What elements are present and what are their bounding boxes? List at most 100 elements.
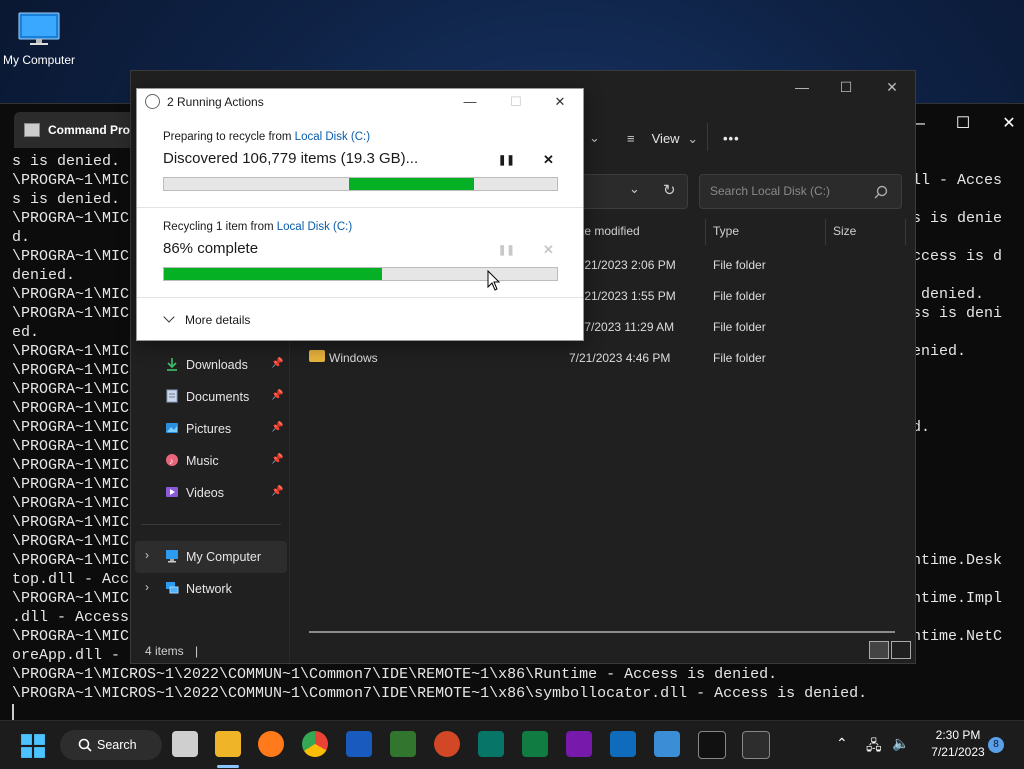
cmd-output-line: \PROGRA~1\MIC [12,476,130,493]
cancel-icon: ✕ [543,242,554,257]
tree-item-my-computer[interactable]: › My Computer [145,543,321,571]
dialog-minimize-button[interactable]: — [447,89,493,115]
cmd-output-line: \PROGRA~1\MIC [12,305,130,322]
horizontal-scrollbar[interactable] [309,631,895,633]
system-clock[interactable]: 2:30 PM 7/21/2023 [918,727,998,761]
firefox-icon[interactable] [258,731,284,757]
cmd-output-line [912,399,1024,418]
details-view-button[interactable] [869,641,889,659]
network-status-icon[interactable]: 🖧 [866,735,882,759]
cmd-output-line: \PROGRA~1\MIC [12,343,130,360]
file-date: 7/21/2023 4:46 PM [569,351,671,365]
chevron-right-icon[interactable]: › [145,548,149,562]
cmd-output-line [912,228,1024,247]
search-box[interactable]: Search Local Disk (C:) [699,174,902,209]
nav-label: Pictures [186,422,232,436]
cmd-output-line: ed. [12,324,40,341]
cmd-output-line [912,323,1024,342]
pin-icon: 📌 [271,486,284,497]
nav-divider [141,524,281,525]
pause-icon[interactable]: ❚❚ [498,155,515,166]
task-view-icon[interactable] [172,731,198,757]
dialog-title: 2 Running Actions [167,95,264,109]
explorer-close-button[interactable]: ✕ [869,71,915,103]
word-icon[interactable] [346,731,372,757]
notification-badge[interactable]: 8 [988,737,1004,753]
file-type: File folder [713,289,766,303]
cmd-output-line: ntime.NetC [912,628,1003,645]
cmd-output-line: ll - Acces [912,172,1003,189]
dialog-close-button[interactable]: ✕ [537,89,583,115]
explorer-minimize-button[interactable]: — [779,71,825,103]
tree-item-network[interactable]: › Network [145,575,321,603]
address-bar[interactable]: ⌄ ↻ [583,174,688,209]
excel-icon[interactable] [522,731,548,757]
taskbar-search[interactable]: Search [60,730,162,760]
cmd-output-line [912,456,1024,475]
onenote-icon[interactable] [566,731,592,757]
quick-access-music[interactable]: ♪ Music 📌 [161,447,321,475]
file-date: /21/2023 1:55 PM [581,289,676,303]
cmd-output-line: .dll - Access [12,609,130,626]
nav-label: Network [186,582,232,596]
explorer-maximize-button[interactable]: ☐ [823,71,869,103]
chevron-right-icon[interactable]: › [145,580,149,594]
cmd-output-line: \PROGRA~1\MIC [12,286,130,303]
project-icon[interactable] [390,731,416,757]
remote-desktop-icon[interactable] [654,731,680,757]
quick-access-downloads[interactable]: Downloads 📌 [161,351,321,379]
outlook-icon[interactable] [610,731,636,757]
quick-access-videos[interactable]: Videos 📌 [161,479,321,507]
running-actions-dialog[interactable]: 2 Running Actions — ☐ ✕ Preparing to rec… [136,88,584,341]
pictures-icon [166,423,178,433]
music-icon: ♪ [166,454,178,466]
quick-access-pictures[interactable]: Pictures 📌 [161,415,321,443]
chrome-icon[interactable] [302,731,328,757]
column-size[interactable]: Size [833,224,856,238]
terminal-icon[interactable] [742,731,770,759]
cmd-output-line: \PROGRA~1\MIC [12,172,130,189]
file-type: File folder [713,320,766,334]
operation-1-source-link[interactable]: Local Disk (C:) [295,131,370,143]
cmd-close-button[interactable]: ✕ [986,104,1024,144]
cancel-icon[interactable]: ✕ [543,152,554,168]
column-date-modified[interactable]: te modified [581,224,640,238]
nav-label: My Computer [186,550,262,564]
file-name: Windows [329,351,378,365]
file-date: /21/2023 2:06 PM [581,258,676,272]
file-date: /7/2023 11:29 AM [581,320,675,334]
tiles-view-button[interactable] [891,641,911,659]
item-count: 4 items [145,644,184,658]
operation-2-source-link[interactable]: Local Disk (C:) [277,221,352,233]
more-options-button[interactable]: ••• [723,131,740,146]
chevron-up-icon[interactable]: ⌃ [836,735,848,752]
cmd-output-line: \PROGRA~1\MIC [12,381,130,398]
quick-access-documents[interactable]: Documents 📌 [161,383,321,411]
volume-icon[interactable]: 🔈 [892,735,909,752]
operation-2-source: Recycling 1 item from Local Disk (C:) [163,221,352,233]
chevron-down-icon[interactable]: ⌄ [629,181,640,197]
clock-time: 2:30 PM [935,728,981,742]
cmd-maximize-button[interactable]: ☐ [940,104,986,144]
refresh-icon[interactable]: ↻ [663,181,676,199]
powerpoint-icon[interactable] [434,731,460,757]
view-menu-button[interactable]: ≡ View ⌄ [627,131,698,147]
cmd-tab[interactable]: Command Prompt [14,112,152,148]
cmd-output-line: \PROGRA~1\MIC [12,457,130,474]
pin-icon: 📌 [271,454,284,465]
column-type[interactable]: Type [713,224,739,238]
publisher-icon[interactable] [478,731,504,757]
more-details-button[interactable]: More details [163,311,250,327]
cmd-output-left: s is denied. \PROGRA~1\MIC s is denied. \PR… [12,152,129,665]
chevron-down-icon[interactable]: ⌄ [589,130,600,146]
section-divider [137,297,583,298]
cmd-output-line: \PROGRA~1\MIC [12,438,130,455]
status-bar: 4 items | [145,644,198,658]
search-placeholder: Search Local Disk (C:) [710,184,831,198]
file-row-windows[interactable]: Windows 7/21/2023 4:46 PM File folder [301,344,901,372]
desktop-icon-my-computer[interactable]: My Computer [0,8,78,67]
file-explorer-icon[interactable] [215,731,241,757]
command-prompt-icon[interactable] [698,731,726,759]
dialog-maximize-button[interactable]: ☐ [493,89,539,115]
windows-start-icon[interactable] [20,733,46,759]
